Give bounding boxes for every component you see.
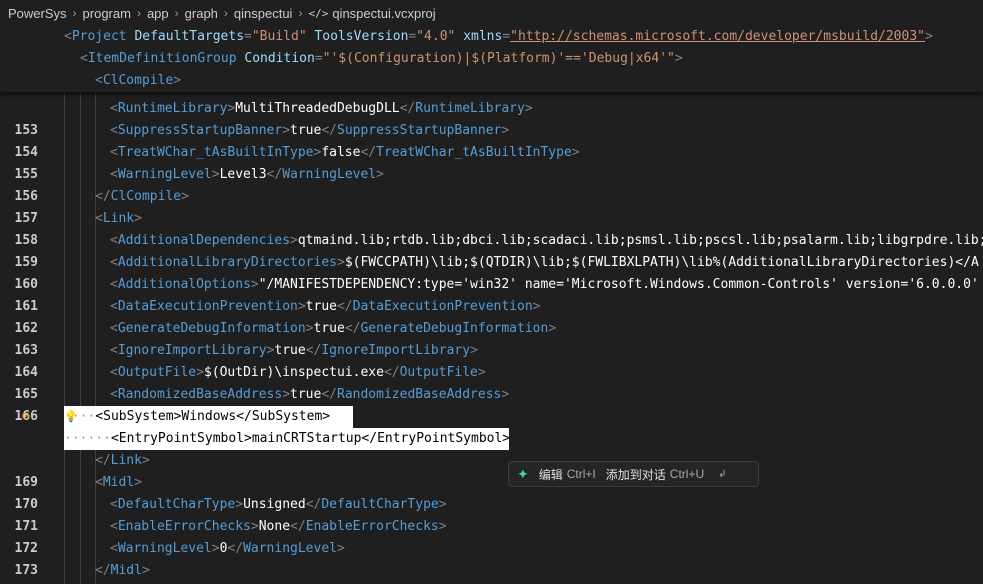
breadcrumb-item[interactable]: app — [147, 6, 169, 21]
code-line[interactable]: 172 <EnableErrorChecks>None</EnableError… — [0, 516, 983, 556]
chevron-right-icon: › — [136, 6, 141, 20]
code-line[interactable]: 159 <AdditionalDependencies>qtmaind.lib;… — [0, 230, 983, 270]
code-line[interactable]: 157 </ClCompile> — [0, 186, 983, 226]
code-line[interactable]: 174 </Midl> — [0, 560, 983, 582]
code-line-selected[interactable]: ······<EntryPointSymbol>mainCRTStartup</… — [0, 428, 983, 450]
breadcrumb-item[interactable]: qinspectui — [234, 6, 293, 21]
code-line[interactable]: 153 <RuntimeLibrary>MultiThreadedDebugDL… — [0, 98, 983, 138]
breadcrumb-item[interactable]: graph — [185, 6, 218, 21]
code-line-selected[interactable]: ⚙ ····<SubSystem>Windows</SubSystem> 💡 — [0, 406, 983, 428]
code-line[interactable]: 160 <AdditionalLibraryDirectories>$(FWCC… — [0, 252, 983, 292]
chevron-right-icon: › — [298, 6, 303, 20]
breadcrumb-file[interactable]: qinspectui.vcxproj — [332, 6, 435, 21]
code-line[interactable]: 171 <DefaultCharType>Unsigned</DefaultCh… — [0, 494, 983, 534]
selection-highlight: ····<SubSystem>Windows</SubSystem> — [64, 406, 353, 428]
selection-highlight: ······<EntryPointSymbol>mainCRTStartup</… — [64, 428, 510, 450]
code-line[interactable]: 163 <GenerateDebugInformation>true</Gene… — [0, 318, 983, 358]
sticky-line-project[interactable]: <Project DefaultTargets="Build" ToolsVer… — [64, 26, 933, 48]
code-line[interactable]: 156 <WarningLevel>Level3</WarningLevel> — [0, 164, 983, 204]
lightbulb-icon[interactable]: 💡 — [64, 409, 78, 425]
sticky-line-itemdefinitiongroup[interactable]: <ItemDefinitionGroup Condition="'$(Confi… — [80, 48, 683, 70]
add-to-chat-action[interactable]: 添加到对话 — [606, 466, 666, 483]
code-line[interactable]: 164 <IgnoreImportLibrary>true</IgnoreImp… — [0, 340, 983, 380]
editor-window: PowerSys › program › app › graph › qinsp… — [0, 0, 983, 584]
code-line[interactable]: 169 </Link> — [0, 450, 983, 490]
code-file-icon: </> — [308, 6, 329, 20]
add-to-chat-shortcut: Ctrl+U — [669, 467, 705, 481]
code-line[interactable]: 158 <Link> — [0, 208, 983, 248]
sticky-line-clcompile[interactable]: <ClCompile> — [95, 70, 181, 92]
code-line[interactable]: 173 <WarningLevel>0</WarningLevel> — [0, 538, 983, 578]
schema-link[interactable]: "http://schemas.microsoft.com/developer/… — [510, 29, 925, 44]
edit-shortcut: Ctrl+I — [566, 467, 596, 481]
code-line[interactable]: 162 <DataExecutionPrevention>true</DataE… — [0, 296, 983, 336]
code-line[interactable]: 155 <TreatWChar_tAsBuiltInType>false</Tr… — [0, 142, 983, 182]
breadcrumb-item[interactable]: PowerSys — [8, 6, 67, 21]
breadcrumb-item[interactable]: program — [83, 6, 131, 21]
chevron-right-icon: › — [223, 6, 228, 20]
code-editor[interactable]: 153 <RuntimeLibrary>MultiThreadedDebugDL… — [0, 92, 983, 584]
corner-arrow-icon[interactable]: ↲ — [718, 469, 726, 480]
sticky-scroll-header[interactable]: <Project DefaultTargets="Build" ToolsVer… — [0, 26, 983, 92]
chevron-right-icon: › — [72, 6, 77, 20]
code-line[interactable]: 154 <SuppressStartupBanner>true</Suppres… — [0, 120, 983, 160]
sparkle-icon: ✦ — [517, 465, 529, 482]
code-line[interactable]: 161 <AdditionalOptions>"/MANIFESTDEPENDE… — [0, 274, 983, 314]
breadcrumb: PowerSys › program › app › graph › qinsp… — [0, 0, 983, 26]
chevron-right-icon: › — [174, 6, 179, 20]
code-line[interactable]: 165 <OutputFile>$(OutDir)\inspectui.exe<… — [0, 362, 983, 402]
inline-chat-hint[interactable]: ✦ 编辑 Ctrl+I 添加到对话 Ctrl+U ↲ — [508, 461, 759, 487]
edit-action[interactable]: 编辑 — [539, 466, 563, 483]
gear-icon[interactable]: ⚙ — [22, 406, 38, 428]
code-line[interactable]: 170 <Midl> — [0, 472, 983, 512]
code-line[interactable]: 166 <RandomizedBaseAddress>true</Randomi… — [0, 384, 983, 424]
